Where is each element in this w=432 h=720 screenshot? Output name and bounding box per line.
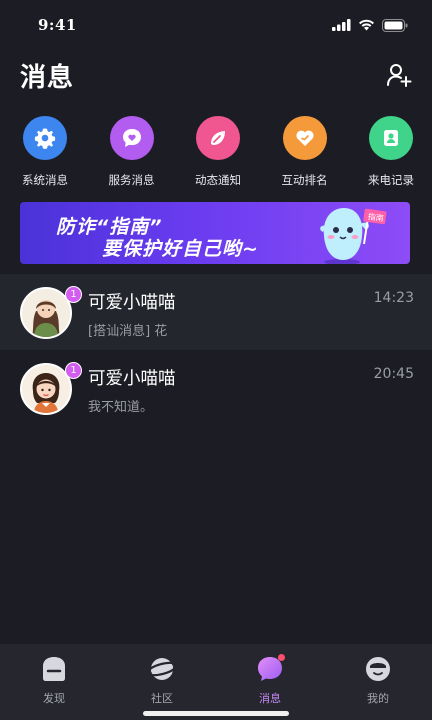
- gear-icon: [34, 128, 56, 149]
- anti-fraud-banner[interactable]: 防诈“指南” 要保护好自己哟~ 指南: [20, 202, 410, 264]
- avatar-wrap: 1: [20, 362, 82, 417]
- tab-label: 消息: [259, 692, 281, 705]
- avatar-wrap: 1: [20, 286, 82, 341]
- message-preview: [搭讪消息] 花: [88, 324, 168, 339]
- profile-icon: [363, 654, 393, 684]
- home-indicator[interactable]: [143, 711, 289, 716]
- shortcut-row: 系统消息 服务消息 动态通知 互动排名 来电记录: [0, 116, 432, 192]
- notification-dot: [278, 654, 285, 661]
- add-friend-button[interactable]: [384, 60, 414, 90]
- banner-subtitle: 要保护好自己哟~: [102, 238, 259, 260]
- status-bar: 9:41: [0, 0, 432, 50]
- message-time: 20:45: [373, 366, 414, 382]
- chat-bubble-icon: [255, 654, 285, 684]
- avatar-illustration: [22, 365, 70, 413]
- signal-icon: [332, 19, 351, 31]
- planet-icon: [146, 654, 178, 684]
- tab-label: 发现: [43, 692, 65, 705]
- tab-label: 社区: [151, 692, 173, 705]
- message-preview: 我不知道。: [88, 400, 154, 415]
- shortcut-circle: [369, 116, 413, 160]
- shortcut-label: 服务消息: [108, 173, 155, 187]
- tab-profile[interactable]: 我的: [338, 654, 418, 720]
- shortcut-label: 来电记录: [368, 173, 414, 187]
- shortcut-circle: [282, 116, 327, 160]
- heart-icon: [295, 130, 314, 146]
- shortcut-circle: [23, 116, 67, 160]
- add-user-icon: [387, 64, 412, 87]
- message-list: 1 可爱小喵喵 [搭讪消息] 花 14:23 1 可爱小喵喵 我不知道。 20:…: [0, 274, 432, 426]
- shortcut-label: 动态通知: [195, 173, 241, 187]
- shortcut-label: 系统消息: [22, 173, 68, 187]
- shortcut-service-messages[interactable]: 服务消息: [101, 116, 163, 192]
- status-time: 9:41: [38, 16, 77, 34]
- wifi-icon: [359, 19, 374, 31]
- contact-card-icon: [384, 130, 398, 146]
- avatar-illustration: [22, 289, 70, 337]
- status-icons: [332, 18, 408, 32]
- shortcut-interaction-ranking[interactable]: 互动排名: [274, 116, 336, 192]
- page-header: 消息: [0, 52, 432, 98]
- tab-label: 我的: [367, 692, 389, 705]
- leaf-icon: [211, 131, 225, 145]
- shortcut-activity-notifications[interactable]: 动态通知: [187, 116, 249, 192]
- bottom-tab-bar: 发现 社区 消息 我的: [0, 644, 432, 720]
- heart-chat-icon: [122, 129, 141, 147]
- shortcut-label: 互动排名: [281, 173, 328, 187]
- contact-name: 可爱小喵喵: [88, 293, 176, 313]
- conversation-item[interactable]: 1 可爱小喵喵 我不知道。 20:45: [0, 350, 432, 426]
- message-time: 14:23: [373, 290, 414, 306]
- mascot-icon: 指南: [320, 208, 387, 264]
- tab-discover[interactable]: 发现: [14, 654, 94, 720]
- unread-badge: 1: [65, 362, 82, 379]
- shortcut-circle: [196, 116, 240, 160]
- page-title: 消息: [20, 62, 75, 93]
- shortcut-call-records[interactable]: 来电记录: [360, 116, 422, 192]
- discover-icon: [39, 654, 69, 684]
- battery-icon: [382, 18, 408, 32]
- unread-badge: 1: [65, 286, 82, 303]
- shortcut-circle: [109, 116, 154, 160]
- contact-name: 可爱小喵喵: [88, 369, 176, 389]
- conversation-item[interactable]: 1 可爱小喵喵 [搭讪消息] 花 14:23: [0, 274, 432, 350]
- shortcut-system-messages[interactable]: 系统消息: [14, 116, 76, 192]
